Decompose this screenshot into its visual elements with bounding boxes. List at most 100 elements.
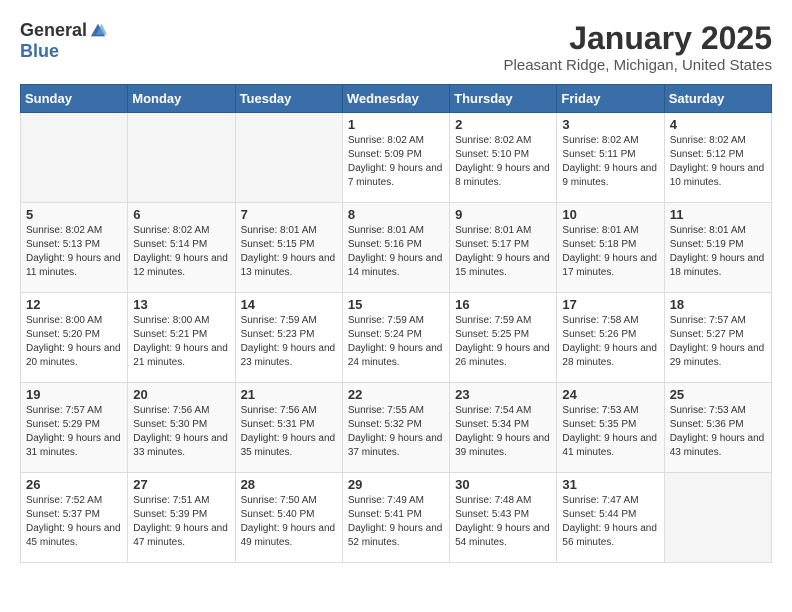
day-info: Sunrise: 8:00 AM Sunset: 5:20 PM Dayligh… <box>26 314 122 370</box>
logo-blue-text: Blue <box>20 41 59 62</box>
weekday-header-row: SundayMondayTuesdayWednesdayThursdayFrid… <box>21 85 772 113</box>
calendar-cell: 18 Sunrise: 7:57 AM Sunset: 5:27 PM Dayli… <box>664 293 771 383</box>
calendar-cell: 10Sunrise: 8:01 AM Sunset: 5:18 PM Dayli… <box>557 203 664 293</box>
day-number: 15 <box>348 297 444 312</box>
day-info: Sunrise: 7:52 AM Sunset: 5:37 PM Dayligh… <box>26 494 122 550</box>
calendar-cell: 30 Sunrise: 7:48 AM Sunset: 5:43 PM Dayli… <box>450 473 557 563</box>
calendar-cell: 12 Sunrise: 8:00 AM Sunset: 5:20 PM Dayli… <box>21 293 128 383</box>
day-info: Sunrise: 8:01 AM Sunset: 5:15 PM Dayligh… <box>241 224 337 280</box>
calendar-cell: 28 Sunrise: 7:50 AM Sunset: 5:40 PM Dayli… <box>235 473 342 563</box>
day-number: 26 <box>26 477 122 492</box>
day-number: 8 <box>348 207 444 222</box>
day-number: 7 <box>241 207 337 222</box>
day-info: Sunrise: 8:02 AM Sunset: 5:11 PM Dayligh… <box>562 134 658 190</box>
weekday-header-tuesday: Tuesday <box>235 85 342 113</box>
day-info: Sunrise: 7:59 AM Sunset: 5:24 PM Dayligh… <box>348 314 444 370</box>
day-number: 19 <box>26 387 122 402</box>
day-number: 18 <box>670 297 766 312</box>
calendar-cell: 8Sunrise: 8:01 AM Sunset: 5:16 PM Daylig… <box>342 203 449 293</box>
calendar-table: SundayMondayTuesdayWednesdayThursdayFrid… <box>20 84 772 563</box>
calendar-cell: 14Sunrise: 7:59 AM Sunset: 5:23 PM Dayli… <box>235 293 342 383</box>
day-number: 22 <box>348 387 444 402</box>
calendar-cell: 29 Sunrise: 7:49 AM Sunset: 5:41 PM Dayli… <box>342 473 449 563</box>
day-number: 3 <box>562 117 658 132</box>
day-info: Sunrise: 7:56 AM Sunset: 5:31 PM Dayligh… <box>241 404 337 460</box>
calendar-cell: 19 Sunrise: 7:57 AM Sunset: 5:29 PM Dayli… <box>21 383 128 473</box>
day-number: 12 <box>26 297 122 312</box>
day-number: 11 <box>670 207 766 222</box>
day-number: 16 <box>455 297 551 312</box>
day-number: 13 <box>133 297 229 312</box>
day-number: 10 <box>562 207 658 222</box>
weekday-header-monday: Monday <box>128 85 235 113</box>
day-number: 30 <box>455 477 551 492</box>
day-info: Sunrise: 7:54 AM Sunset: 5:34 PM Dayligh… <box>455 404 551 460</box>
calendar-cell: 25Sunrise: 7:53 AM Sunset: 5:36 PM Dayli… <box>664 383 771 473</box>
day-number: 6 <box>133 207 229 222</box>
day-info: Sunrise: 8:02 AM Sunset: 5:12 PM Dayligh… <box>670 134 766 190</box>
calendar-cell: 4 Sunrise: 8:02 AM Sunset: 5:12 PM Daylig… <box>664 113 771 203</box>
calendar-cell: 23 Sunrise: 7:54 AM Sunset: 5:34 PM Dayli… <box>450 383 557 473</box>
day-number: 28 <box>241 477 337 492</box>
day-info: Sunrise: 7:50 AM Sunset: 5:40 PM Dayligh… <box>241 494 337 550</box>
day-number: 17 <box>562 297 658 312</box>
day-info: Sunrise: 7:53 AM Sunset: 5:36 PM Dayligh… <box>670 404 766 460</box>
day-info: Sunrise: 7:51 AM Sunset: 5:39 PM Dayligh… <box>133 494 229 550</box>
day-info: Sunrise: 7:56 AM Sunset: 5:30 PM Dayligh… <box>133 404 229 460</box>
calendar-cell: 17Sunrise: 7:58 AM Sunset: 5:26 PM Dayli… <box>557 293 664 383</box>
weekday-header-saturday: Saturday <box>664 85 771 113</box>
calendar-cell: 21 Sunrise: 7:56 AM Sunset: 5:31 PM Dayli… <box>235 383 342 473</box>
page-header: General Blue January 2025 Pleasant Ridge… <box>20 20 772 74</box>
calendar-cell: 7 Sunrise: 8:01 AM Sunset: 5:15 PM Daylig… <box>235 203 342 293</box>
calendar-week-row: 1Sunrise: 8:02 AM Sunset: 5:09 PM Daylig… <box>21 113 772 203</box>
day-info: Sunrise: 7:49 AM Sunset: 5:41 PM Dayligh… <box>348 494 444 550</box>
calendar-cell: 1Sunrise: 8:02 AM Sunset: 5:09 PM Daylig… <box>342 113 449 203</box>
calendar-week-row: 5Sunrise: 8:02 AM Sunset: 5:13 PM Daylig… <box>21 203 772 293</box>
calendar-cell: 16 Sunrise: 7:59 AM Sunset: 5:25 PM Dayli… <box>450 293 557 383</box>
day-number: 24 <box>562 387 658 402</box>
day-info: Sunrise: 7:59 AM Sunset: 5:25 PM Dayligh… <box>455 314 551 370</box>
logo-general-text: General <box>20 20 87 41</box>
day-number: 31 <box>562 477 658 492</box>
calendar-cell <box>128 113 235 203</box>
day-info: Sunrise: 7:47 AM Sunset: 5:44 PM Dayligh… <box>562 494 658 550</box>
calendar-cell <box>21 113 128 203</box>
calendar-cell: 13 Sunrise: 8:00 AM Sunset: 5:21 PM Dayli… <box>128 293 235 383</box>
calendar-week-row: 19 Sunrise: 7:57 AM Sunset: 5:29 PM Dayli… <box>21 383 772 473</box>
day-info: Sunrise: 7:48 AM Sunset: 5:43 PM Dayligh… <box>455 494 551 550</box>
title-block: January 2025 Pleasant Ridge, Michigan, U… <box>504 20 772 74</box>
day-info: Sunrise: 7:57 AM Sunset: 5:27 PM Dayligh… <box>670 314 766 370</box>
day-number: 9 <box>455 207 551 222</box>
calendar-cell: 22Sunrise: 7:55 AM Sunset: 5:32 PM Dayli… <box>342 383 449 473</box>
day-number: 5 <box>26 207 122 222</box>
day-number: 4 <box>670 117 766 132</box>
day-number: 23 <box>455 387 551 402</box>
logo-icon <box>89 22 107 40</box>
day-number: 21 <box>241 387 337 402</box>
day-number: 27 <box>133 477 229 492</box>
calendar-cell: 31 Sunrise: 7:47 AM Sunset: 5:44 PM Dayli… <box>557 473 664 563</box>
calendar-cell: 20 Sunrise: 7:56 AM Sunset: 5:30 PM Dayli… <box>128 383 235 473</box>
weekday-header-wednesday: Wednesday <box>342 85 449 113</box>
day-info: Sunrise: 7:57 AM Sunset: 5:29 PM Dayligh… <box>26 404 122 460</box>
calendar-cell <box>664 473 771 563</box>
day-info: Sunrise: 8:02 AM Sunset: 5:14 PM Dayligh… <box>133 224 229 280</box>
calendar-cell: 2Sunrise: 8:02 AM Sunset: 5:10 PM Daylig… <box>450 113 557 203</box>
calendar-cell: 24Sunrise: 7:53 AM Sunset: 5:35 PM Dayli… <box>557 383 664 473</box>
weekday-header-friday: Friday <box>557 85 664 113</box>
day-info: Sunrise: 8:02 AM Sunset: 5:09 PM Dayligh… <box>348 134 444 190</box>
calendar-cell: 15 Sunrise: 7:59 AM Sunset: 5:24 PM Dayli… <box>342 293 449 383</box>
day-info: Sunrise: 8:01 AM Sunset: 5:17 PM Dayligh… <box>455 224 551 280</box>
day-info: Sunrise: 8:01 AM Sunset: 5:19 PM Dayligh… <box>670 224 766 280</box>
calendar-cell: 27 Sunrise: 7:51 AM Sunset: 5:39 PM Dayli… <box>128 473 235 563</box>
day-info: Sunrise: 8:02 AM Sunset: 5:10 PM Dayligh… <box>455 134 551 190</box>
day-number: 20 <box>133 387 229 402</box>
location-subtitle: Pleasant Ridge, Michigan, United States <box>504 57 772 74</box>
calendar-week-row: 12 Sunrise: 8:00 AM Sunset: 5:20 PM Dayli… <box>21 293 772 383</box>
weekday-header-sunday: Sunday <box>21 85 128 113</box>
calendar-cell: 9 Sunrise: 8:01 AM Sunset: 5:17 PM Daylig… <box>450 203 557 293</box>
calendar-cell: 5Sunrise: 8:02 AM Sunset: 5:13 PM Daylig… <box>21 203 128 293</box>
day-info: Sunrise: 8:00 AM Sunset: 5:21 PM Dayligh… <box>133 314 229 370</box>
day-number: 14 <box>241 297 337 312</box>
day-number: 29 <box>348 477 444 492</box>
